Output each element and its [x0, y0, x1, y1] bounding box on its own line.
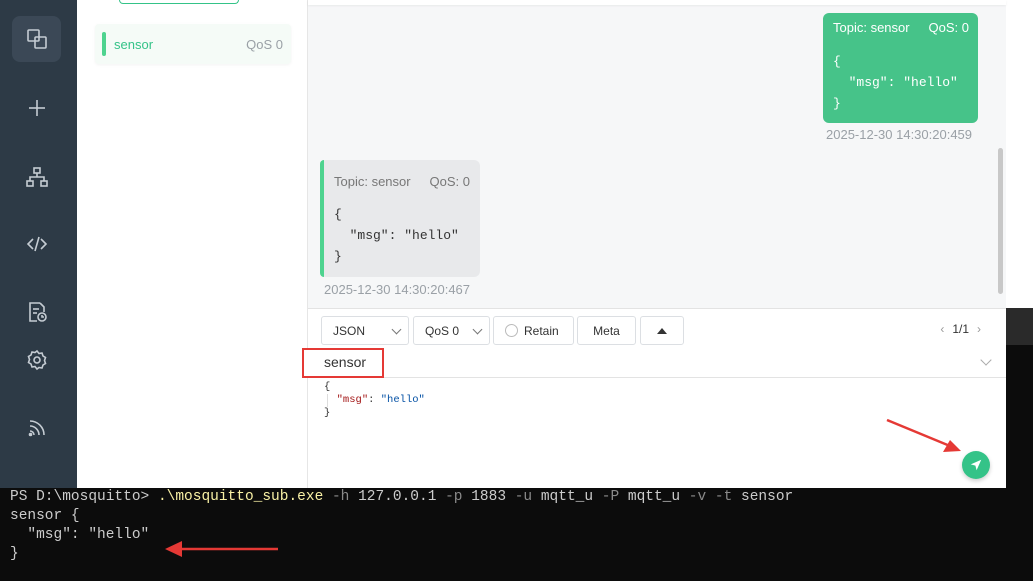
message-qos: QoS: 0: [928, 20, 969, 35]
connections-icon[interactable]: [12, 16, 61, 62]
settings-icon[interactable]: [12, 337, 61, 383]
log-icon[interactable]: [12, 289, 61, 335]
message-timestamp: 2025-12-30 14:30:20:459: [826, 127, 973, 142]
payload-editor[interactable]: { "msg": "hello"}: [324, 381, 425, 420]
topic-input[interactable]: sensor: [324, 354, 366, 370]
next-icon[interactable]: ›: [977, 322, 981, 336]
pager: ‹ 1/1 ›: [940, 322, 981, 336]
caret-up-icon: [657, 327, 667, 334]
nav-rail: [0, 0, 77, 488]
topology-icon[interactable]: [12, 154, 61, 200]
subscription-item[interactable]: sensor QoS 0: [95, 24, 291, 64]
window-edge: [1006, 0, 1033, 308]
send-icon: [970, 459, 982, 471]
sent-message[interactable]: Topic: sensor QoS: 0 { "msg": "hello"}: [823, 13, 978, 123]
message-timestamp: 2025-12-30 14:30:20:467: [324, 282, 471, 297]
new-subscription-button[interactable]: [119, 0, 239, 4]
chevron-down-icon[interactable]: [980, 354, 992, 366]
chevron-down-icon: [391, 324, 402, 335]
subscription-color-bar: [102, 32, 106, 56]
terminal-output: sensor {: [10, 508, 80, 524]
message-topic: Topic: sensor: [334, 174, 411, 189]
qos-select[interactable]: QoS 0: [413, 316, 490, 345]
scrollbar[interactable]: [998, 148, 1003, 294]
message-payload: { "msg": "hello"}: [833, 54, 958, 111]
received-message[interactable]: Topic: sensor QoS: 0 { "msg": "hello"}: [320, 160, 480, 277]
terminal-output: "msg": "hello": [10, 527, 150, 543]
topic-row: sensor: [302, 348, 1006, 378]
message-topic: Topic: sensor: [833, 20, 910, 35]
message-qos: QoS: 0: [429, 174, 470, 189]
format-select[interactable]: JSON: [321, 316, 409, 345]
background-window: [1006, 308, 1033, 345]
publish-composer: JSON QoS 0 Retain Meta ‹ 1/1 › sensor { "m…: [302, 308, 1006, 489]
radio-icon: [505, 324, 518, 337]
meta-button[interactable]: Meta: [577, 316, 636, 345]
script-icon[interactable]: [12, 221, 61, 267]
terminal-output: }: [10, 546, 19, 562]
send-button[interactable]: [962, 451, 990, 479]
terminal-command: PS D:\mosquitto> .\mosquitto_sub.exe -h …: [10, 489, 794, 505]
message-header: [308, 0, 1006, 5]
message-list: Topic: sensor QoS: 0 { "msg": "hello"} 2…: [308, 0, 1006, 308]
collapse-button[interactable]: [640, 316, 684, 345]
retain-toggle[interactable]: Retain: [493, 316, 574, 345]
message-payload: { "msg": "hello"}: [334, 207, 459, 264]
add-icon[interactable]: [12, 85, 61, 131]
subscription-topic: sensor: [114, 37, 154, 52]
subscription-qos: QoS 0: [246, 37, 283, 52]
message-color-bar: [320, 160, 324, 277]
chevron-down-icon: [472, 324, 483, 335]
terminal[interactable]: PS D:\mosquitto> .\mosquitto_sub.exe -h …: [0, 488, 1033, 581]
subscriptions-panel: sensor QoS 0: [77, 0, 308, 488]
prev-icon[interactable]: ‹: [940, 322, 944, 336]
feed-icon[interactable]: [12, 405, 61, 451]
